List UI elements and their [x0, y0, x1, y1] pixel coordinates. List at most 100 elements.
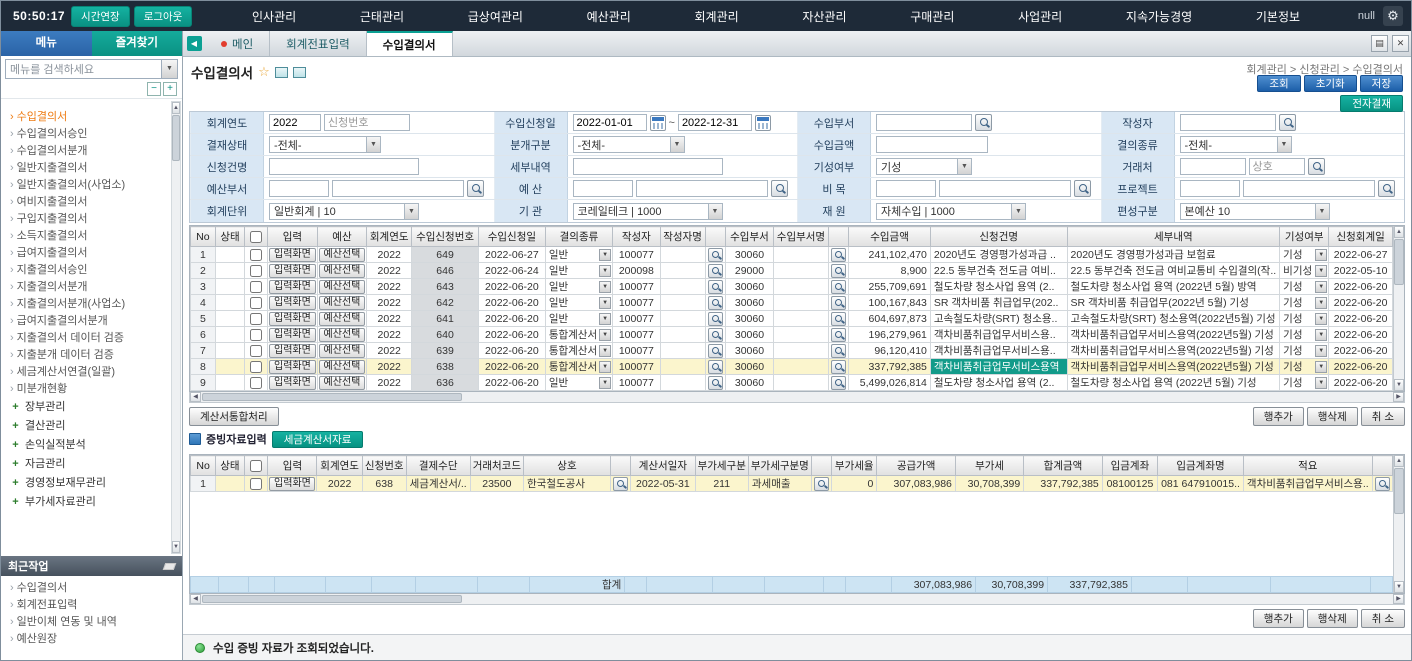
- fiscal-year-cell[interactable]: 2022: [317, 476, 362, 492]
- top-menu-item[interactable]: 자산관리: [794, 8, 854, 25]
- sidebar-menu-group[interactable]: +결산관리: [10, 417, 168, 436]
- e-approval-button[interactable]: 전자결재: [1340, 95, 1403, 112]
- dropdown-arrow-icon[interactable]: ▼: [599, 297, 611, 309]
- request-number-cell[interactable]: 641: [412, 311, 479, 327]
- dept-code-cell[interactable]: 30060: [725, 295, 773, 311]
- request-date-cell[interactable]: 2022-06-20: [478, 295, 545, 311]
- income-amount-cell[interactable]: 196,279,961: [849, 327, 931, 343]
- grid2-header[interactable]: 신청번호: [362, 456, 406, 476]
- grid1-header[interactable]: [245, 227, 268, 247]
- grid1-header[interactable]: 신청회계일: [1329, 227, 1393, 247]
- recent-item[interactable]: ›수입결의서: [10, 580, 182, 597]
- writer-code-cell[interactable]: 100077: [613, 295, 660, 311]
- top-menu-item[interactable]: 회계관리: [686, 8, 746, 25]
- writer-name-cell[interactable]: [660, 295, 705, 311]
- scroll-down-icon[interactable]: ▼: [1394, 581, 1404, 593]
- writer-name-cell[interactable]: [660, 375, 705, 391]
- request-title-cell[interactable]: 객차비품취급업무서비스용..: [930, 327, 1067, 343]
- request-date-cell[interactable]: 2022-06-20: [478, 375, 545, 391]
- vendor-code-cell[interactable]: 23500: [470, 476, 523, 492]
- fiscal-year-cell[interactable]: 2022: [367, 359, 412, 375]
- status-cell[interactable]: [215, 327, 245, 343]
- project-code-input[interactable]: [1180, 180, 1240, 197]
- input-screen-button[interactable]: 입력화면: [269, 328, 316, 342]
- request-number-cell[interactable]: 638: [362, 476, 406, 492]
- search-icon[interactable]: [1074, 180, 1091, 197]
- sidebar-menu-item[interactable]: ›수입결의서분개: [10, 143, 168, 160]
- request-number-cell[interactable]: 649: [412, 247, 479, 263]
- account-date-cell[interactable]: 2022-06-20: [1329, 295, 1393, 311]
- sidebar-menu-group[interactable]: +손익실적분석: [10, 436, 168, 455]
- budget-dept-code-input[interactable]: [269, 180, 329, 197]
- vat-amount-cell[interactable]: 30,708,399: [955, 476, 1023, 492]
- total-amount-cell[interactable]: 337,792,385: [1024, 476, 1103, 492]
- top-menu-item[interactable]: 인사관리: [244, 8, 304, 25]
- row-number[interactable]: 5: [191, 311, 216, 327]
- search-icon[interactable]: [708, 344, 723, 358]
- decision-type-select[interactable]: -전체- ▼: [1180, 136, 1292, 153]
- detail-cell[interactable]: SR 객차비품 취급업무(2022년 5월) 기성: [1067, 295, 1280, 311]
- input-screen-button[interactable]: 입력화면: [269, 360, 316, 374]
- grid2-header[interactable]: 상호: [524, 456, 611, 476]
- completion-select[interactable]: 기성 ▼: [876, 158, 972, 175]
- recent-item[interactable]: ›회계전표입력: [10, 597, 182, 614]
- grid2-header[interactable]: 부가세구분: [695, 456, 748, 476]
- sidebar-menu-item[interactable]: ›소득지출결의서: [10, 228, 168, 245]
- detail-cell[interactable]: 객차비품취급업무서비스용역(2022년5월) 기성: [1067, 359, 1280, 375]
- scroll-track[interactable]: [463, 594, 1393, 604]
- sidebar-menu-item[interactable]: ›지출결의서승인: [10, 262, 168, 279]
- sidebar-menu-item[interactable]: ›수입결의서: [10, 109, 168, 126]
- fiscal-year-cell[interactable]: 2022: [367, 375, 412, 391]
- detail-cell[interactable]: 2020년도 경영평가성과급 보험료: [1067, 247, 1280, 263]
- dept-code-cell[interactable]: 29000: [725, 263, 773, 279]
- completion-cell[interactable]: 기성▼: [1280, 295, 1329, 311]
- row-number[interactable]: 4: [191, 295, 216, 311]
- invoice-merge-button[interactable]: 계산서통합처리: [189, 407, 279, 426]
- dropdown-arrow-icon[interactable]: ▼: [599, 313, 611, 325]
- search-icon[interactable]: [1308, 158, 1325, 175]
- income-amount-cell[interactable]: 100,167,843: [849, 295, 931, 311]
- dept-name-cell[interactable]: [774, 359, 829, 375]
- extend-time-button[interactable]: 시간연장: [71, 6, 130, 27]
- bill-date-cell[interactable]: 2022-05-31: [631, 476, 695, 492]
- search-icon[interactable]: [1375, 477, 1390, 491]
- top-menu-item[interactable]: 근태관리: [352, 8, 412, 25]
- select-all-checkbox[interactable]: [250, 460, 262, 472]
- completion-cell[interactable]: 기성▼: [1280, 343, 1329, 359]
- writer-name-cell[interactable]: [660, 343, 705, 359]
- dropdown-arrow-icon[interactable]: ▼: [599, 249, 611, 261]
- grid2-header[interactable]: 입력: [268, 456, 317, 476]
- grid1-row[interactable]: 2입력화면예산선택20226462022-06-24일반▼20009829000…: [191, 263, 1393, 279]
- search-icon[interactable]: [708, 280, 723, 294]
- scroll-track[interactable]: [463, 392, 1393, 402]
- vat-rate-cell[interactable]: 0: [832, 476, 877, 492]
- dept-code-cell[interactable]: 30060: [725, 327, 773, 343]
- evidence-grid-hscrollbar[interactable]: ◀ ▶: [189, 594, 1405, 605]
- grid1-header[interactable]: No: [191, 227, 216, 247]
- account-date-cell[interactable]: 2022-06-20: [1329, 375, 1393, 391]
- reset-button[interactable]: 초기화: [1304, 75, 1357, 92]
- request-title-input[interactable]: [269, 158, 419, 175]
- calendar-icon[interactable]: [755, 115, 771, 131]
- sidebar-menu-item[interactable]: ›지출결의서 데이터 검증: [10, 330, 168, 347]
- grid2-header[interactable]: [610, 456, 630, 476]
- income-amount-cell[interactable]: 96,120,410: [849, 343, 931, 359]
- search-icon[interactable]: [771, 180, 788, 197]
- status-cell[interactable]: [215, 375, 245, 391]
- budget-select-button[interactable]: 예산선택: [319, 248, 366, 262]
- row-number[interactable]: 7: [191, 343, 216, 359]
- sidebar-menu-group[interactable]: +부가세자료관리: [10, 493, 168, 512]
- grid1-header[interactable]: 수입신청번호: [412, 227, 479, 247]
- grid1-row[interactable]: 3입력화면예산선택20226432022-06-20일반▼10007730060…: [191, 279, 1393, 295]
- budget-code-input[interactable]: [573, 180, 633, 197]
- writer-code-cell[interactable]: 100077: [613, 375, 660, 391]
- row-checkbox[interactable]: [250, 361, 262, 373]
- scroll-right-icon[interactable]: ▶: [1393, 392, 1404, 402]
- scroll-left-icon[interactable]: ◀: [190, 392, 201, 402]
- approval-status-select[interactable]: -전체- ▼: [269, 136, 381, 153]
- grid1-header[interactable]: 작성자: [613, 227, 660, 247]
- writer-code-cell[interactable]: 100077: [613, 343, 660, 359]
- sidebar-menu-group[interactable]: +자금관리: [10, 455, 168, 474]
- decision-type-cell[interactable]: 일반▼: [545, 263, 612, 279]
- dropdown-arrow-icon[interactable]: ▼: [599, 345, 611, 357]
